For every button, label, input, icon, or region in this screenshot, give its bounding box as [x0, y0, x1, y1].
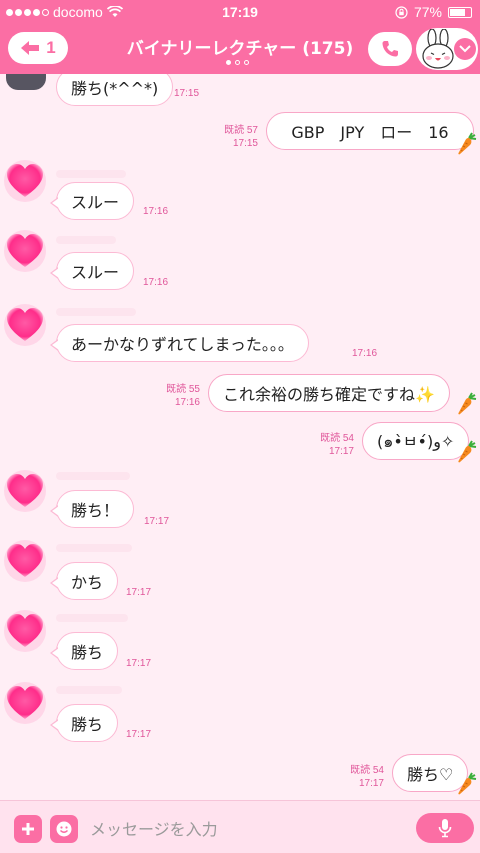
message-time: 17:17 — [126, 658, 152, 669]
sender-name — [56, 170, 126, 178]
message-bubble[interactable]: 勝ち(*^^*) — [56, 74, 174, 106]
chat-title[interactable]: バイナリーレクチャー (175) — [110, 34, 370, 59]
heart-avatar-icon[interactable] — [4, 230, 46, 272]
sender-name — [56, 544, 132, 552]
message-time: 17:16 — [143, 206, 169, 217]
message-bubble[interactable]: (๑•̀ㅂ•́)و✧ — [362, 422, 470, 460]
heart-avatar-icon[interactable] — [4, 682, 46, 724]
plus-icon — [22, 823, 34, 835]
heart-avatar-icon[interactable] — [4, 160, 46, 202]
message-bubble[interactable]: これ余裕の勝ち確定ですね✨ — [208, 374, 450, 412]
sender-name — [56, 686, 122, 694]
read-receipt: 既読 55 17:16 — [166, 384, 200, 408]
chevron-down-icon — [454, 38, 476, 60]
sender-name — [56, 614, 128, 622]
status-right: 77% — [395, 4, 472, 20]
carrot-icon — [458, 772, 477, 795]
sender-name — [56, 472, 130, 480]
sender-name — [56, 236, 116, 244]
message-bubble[interactable]: 勝ち — [49, 704, 119, 742]
back-count: 1 — [46, 38, 56, 57]
battery-icon — [448, 6, 472, 18]
back-button[interactable]: 1 — [8, 32, 68, 64]
message-time: 17:15 — [174, 88, 200, 99]
message-time: 17:16 — [143, 277, 169, 288]
message-time: 17:17 — [144, 516, 170, 527]
status-bar: docomo 17:19 77% — [0, 0, 480, 24]
heart-avatar-icon[interactable] — [4, 610, 46, 652]
heart-avatar-icon[interactable] — [4, 304, 46, 346]
message-bubble[interactable]: スルー — [49, 252, 135, 290]
read-receipt: 既読 57 17:15 — [224, 125, 258, 149]
carrot-icon — [458, 392, 477, 415]
message-time: 17:17 — [126, 587, 152, 598]
heart-avatar-icon[interactable] — [4, 470, 46, 512]
composer-bar — [0, 800, 480, 853]
mic-icon — [438, 819, 452, 838]
sticker-menu-button[interactable] — [416, 28, 478, 70]
message-time: 17:16 — [352, 348, 378, 359]
message-bubble[interactable]: スルー — [49, 182, 135, 220]
sender-name — [56, 308, 136, 316]
bunny-sticker-icon — [422, 29, 454, 69]
back-arrow-icon — [21, 41, 40, 55]
call-button[interactable] — [368, 32, 412, 66]
message-time: 17:17 — [126, 729, 152, 740]
read-receipt: 既読 54 17:17 — [320, 433, 354, 457]
message-bubble[interactable]: GBP JPY ロー 16 — [266, 112, 474, 150]
read-receipt: 既読 54 17:17 — [350, 765, 384, 789]
carrot-icon — [458, 132, 477, 155]
page-indicator — [226, 60, 249, 65]
voice-button[interactable] — [416, 813, 474, 843]
emoji-icon — [56, 821, 72, 837]
message-bubble[interactable]: 勝ち — [49, 632, 119, 670]
attach-button[interactable] — [14, 815, 42, 843]
lock-rotation-icon — [395, 5, 408, 19]
message-bubble[interactable]: 勝ち！ — [49, 490, 135, 528]
phone-icon — [382, 41, 398, 57]
message-bubble[interactable]: かち — [49, 562, 119, 600]
emoji-button[interactable] — [50, 815, 78, 843]
message-list[interactable]: 勝ち(*^^*) 17:15 既読 57 17:15 GBP JPY ロー 16 … — [0, 74, 480, 800]
chat-header: 1 バイナリーレクチャー (175) — [0, 24, 480, 74]
avatar[interactable] — [6, 74, 46, 90]
battery-percent: 77% — [413, 4, 442, 20]
heart-avatar-icon[interactable] — [4, 540, 46, 582]
message-input[interactable] — [90, 816, 390, 842]
message-bubble[interactable]: あーかなりずれてしまった。。。 — [50, 324, 309, 362]
carrot-icon — [458, 440, 477, 463]
